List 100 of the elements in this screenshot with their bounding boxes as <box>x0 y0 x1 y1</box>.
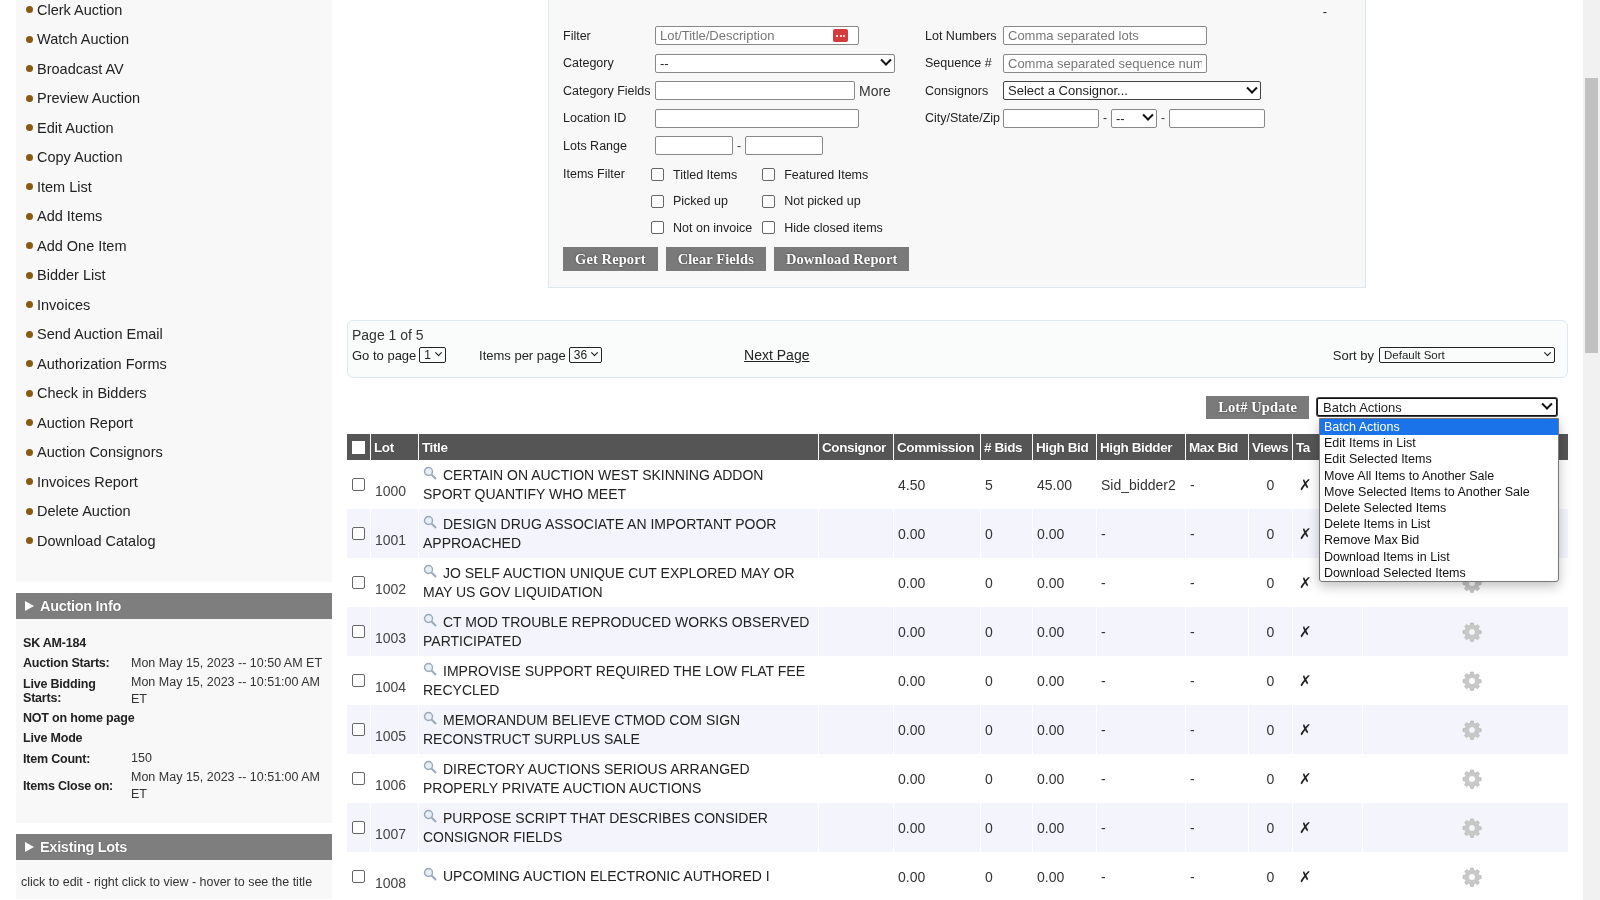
sort-select[interactable]: Default Sort <box>1379 347 1555 363</box>
dropdown-option[interactable]: Edit Selected Items <box>1320 451 1558 468</box>
lot-title[interactable]: PURPOSE SCRIPT THAT DESCRIBES CONSIDER CONSIGNOR FIELDS <box>423 808 818 847</box>
report-button[interactable]: Clear Fields <box>665 247 766 271</box>
category-fields-field[interactable] <box>655 81 855 101</box>
row-checkbox[interactable] <box>352 576 365 589</box>
location-id-field[interactable] <box>655 108 859 128</box>
menu-link[interactable]: Watch Auction <box>37 31 130 48</box>
dropdown-option[interactable]: Download Items in List <box>1320 548 1558 565</box>
lot-title[interactable]: CT MOD TROUBLE REPRODUCED WORKS OBSERVED PARTICIPATED <box>423 612 818 651</box>
dropdown-option[interactable]: Move All Items to Another Sale <box>1320 467 1558 484</box>
checkbox[interactable] <box>762 194 776 208</box>
column-header[interactable]: Consignor <box>822 439 886 455</box>
report-button[interactable]: Get Report <box>563 247 658 271</box>
scrollbar[interactable] <box>1583 0 1600 900</box>
checkbox[interactable] <box>651 221 664 235</box>
menu-link[interactable]: Copy Auction <box>37 149 123 166</box>
city-field[interactable] <box>1003 108 1099 128</box>
section-header[interactable]: Auction Info <box>16 592 332 619</box>
state-select[interactable]: -- <box>1111 108 1157 128</box>
search-icon[interactable] <box>423 612 437 627</box>
column-header[interactable]: Title <box>422 439 448 455</box>
dropdown-option[interactable]: Download Selected Items <box>1320 564 1558 581</box>
settings-icon[interactable] <box>1461 768 1482 789</box>
menu-link[interactable]: Broadcast AV <box>37 60 124 77</box>
dropdown-option[interactable]: Remove Max Bid <box>1320 532 1558 549</box>
menu-link[interactable]: Send Auction Email <box>37 326 163 343</box>
lot-to-field[interactable] <box>745 136 823 156</box>
search-icon[interactable] <box>423 759 437 774</box>
filter-field[interactable]: Lot/Title/Description <box>655 26 859 46</box>
column-header[interactable]: High Bidder <box>1100 439 1173 455</box>
search-icon[interactable] <box>423 808 437 823</box>
search-icon[interactable] <box>423 867 437 881</box>
per-page-select[interactable]: 36 <box>568 347 603 363</box>
next-page-link[interactable]: Next Page <box>744 347 810 363</box>
row-checkbox[interactable] <box>352 527 365 540</box>
menu-link[interactable]: Delete Auction <box>37 503 131 520</box>
lot-title[interactable]: UPCOMING AUCTION ELECTRONIC AUTHORED I <box>423 867 776 886</box>
dropdown-option[interactable]: Move Selected Items to Another Sale <box>1320 483 1558 500</box>
select-all-checkbox[interactable] <box>352 440 365 454</box>
checkbox[interactable] <box>651 168 664 182</box>
category-select[interactable]: -- <box>655 53 895 73</box>
lot-from-field[interactable] <box>655 136 733 156</box>
report-button[interactable]: Download Report <box>773 247 910 271</box>
column-header[interactable]: # Bids <box>984 439 1023 455</box>
section-header[interactable]: Existing Lots <box>16 834 332 860</box>
lot-title[interactable]: JO SELF AUCTION UNIQUE CUT EXPLORED MAY OR MAY US GOV LIQUIDATION <box>423 563 818 602</box>
menu-link[interactable]: Check in Bidders <box>37 385 147 402</box>
checkbox[interactable] <box>762 221 776 235</box>
row-checkbox[interactable] <box>352 625 365 638</box>
search-icon[interactable] <box>423 710 437 725</box>
search-icon[interactable] <box>423 514 437 529</box>
menu-link[interactable]: Bidder List <box>37 267 106 284</box>
page-select[interactable]: 1 <box>419 347 446 363</box>
menu-link[interactable]: Item List <box>37 178 92 195</box>
search-icon[interactable] <box>423 465 437 480</box>
column-header[interactable]: Commission <box>897 439 974 455</box>
row-checkbox[interactable] <box>352 870 365 883</box>
consignor-select[interactable]: Select a Consignor... <box>1003 81 1261 101</box>
password-manager-icon[interactable] <box>833 29 848 43</box>
column-header[interactable]: High Bid <box>1036 439 1089 455</box>
lot-title[interactable]: CERTAIN ON AUCTION WEST SKINNING ADDON SPORT QUANTIFY WHO MEET <box>423 465 818 504</box>
lot-title[interactable]: DIRECTORY AUCTIONS SERIOUS ARRANGED PROPERLY PRIVATE AUCTION AUCTIONS <box>423 759 818 798</box>
row-checkbox[interactable] <box>352 478 365 491</box>
row-checkbox[interactable] <box>352 723 365 736</box>
search-icon[interactable] <box>423 563 437 578</box>
checkbox[interactable] <box>762 168 776 182</box>
zip-field[interactable] <box>1169 108 1265 128</box>
settings-icon[interactable] <box>1461 670 1482 691</box>
menu-link[interactable]: Download Catalog <box>37 532 156 549</box>
menu-link[interactable]: Edit Auction <box>37 119 114 136</box>
more-link[interactable]: More <box>859 82 891 99</box>
lot-title[interactable]: DESIGN DRUG ASSOCIATE AN IMPORTANT POOR APPROACHED <box>423 514 818 553</box>
dropdown-option[interactable]: Batch Actions <box>1320 419 1558 436</box>
menu-link[interactable]: Invoices Report <box>37 473 138 490</box>
dropdown-option[interactable]: Edit Items in List <box>1320 435 1558 452</box>
collapse-toggle[interactable]: - <box>1322 3 1327 19</box>
menu-link[interactable]: Add One Item <box>37 237 127 254</box>
column-header[interactable]: Lot <box>374 439 394 455</box>
column-header[interactable]: Views <box>1252 439 1289 455</box>
lot-numbers-field[interactable]: Comma separated lots <box>1003 26 1207 46</box>
dropdown-option[interactable]: Delete Items in List <box>1320 516 1558 533</box>
menu-link[interactable]: Preview Auction <box>37 90 141 107</box>
row-checkbox[interactable] <box>352 821 365 834</box>
menu-link[interactable]: Auction Consignors <box>37 444 163 461</box>
column-header[interactable]: Max Bid <box>1189 439 1238 455</box>
settings-icon[interactable] <box>1461 866 1482 887</box>
row-checkbox[interactable] <box>352 772 365 785</box>
menu-link[interactable]: Auction Report <box>37 414 133 431</box>
lot-title[interactable]: MEMORANDUM BELIEVE CTMOD COM SIGN RECONSTRUCT SURPLUS SALE <box>423 710 818 749</box>
column-header[interactable]: Ta <box>1296 439 1310 455</box>
lot-update-button[interactable]: Lot# Update <box>1206 395 1309 419</box>
menu-link[interactable]: Clerk Auction <box>37 1 123 18</box>
checkbox[interactable] <box>651 194 664 208</box>
search-icon[interactable] <box>423 661 437 676</box>
menu-link[interactable]: Invoices <box>37 296 91 313</box>
lot-title[interactable]: IMPROVISE SUPPORT REQUIRED THE LOW FLAT FEE RECYCLED <box>423 661 818 700</box>
menu-link[interactable]: Authorization Forms <box>37 355 167 372</box>
dropdown-option[interactable]: Delete Selected Items <box>1320 499 1558 517</box>
menu-link[interactable]: Add Items <box>37 208 103 225</box>
